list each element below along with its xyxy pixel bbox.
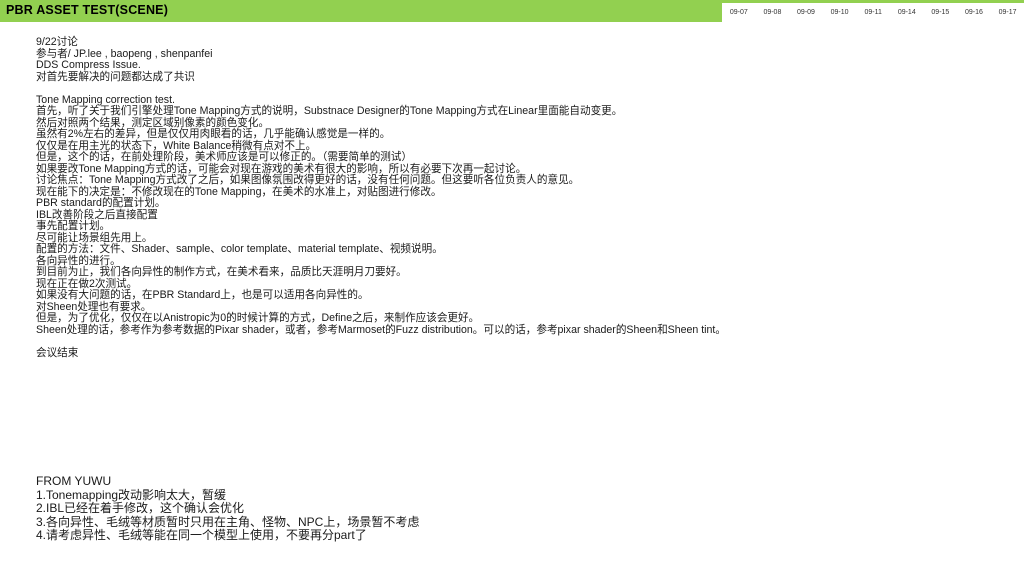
header-bar: PBR ASSET TEST(SCENE) 09-07 09-08 09-09 … — [0, 0, 1024, 22]
note-line: 到目前为止，我们各向异性的制作方式，在美术看来，品质比天涯明月刀要好。 — [36, 266, 407, 278]
feedback-heading: FROM YUWU — [36, 474, 112, 488]
note-line: 虽然有2%左右的差异，但是仅仅用肉眼看的话，几乎能确认感觉是一样的。 — [36, 128, 391, 140]
feedback-item: 3.各向异性、毛绒等材质暂时只用在主角、怪物、NPC上，场景暂不考虑 — [36, 514, 420, 529]
timeline-date[interactable]: 09-10 — [823, 3, 857, 22]
page-title: PBR ASSET TEST(SCENE) — [6, 3, 169, 17]
note-line: 现在能下的决定是：不修改现在的Tone Mapping，在美术的水准上，对贴图进… — [36, 185, 442, 198]
note-line — [36, 336, 1006, 348]
note-line: 会议结束 — [36, 346, 79, 359]
note-line: 9/22讨论 — [36, 36, 78, 48]
meeting-notes: 9/22讨论 参与者/ JP.lee , baopeng , shenpanfe… — [36, 36, 1006, 359]
timeline-date[interactable]: 09-14 — [890, 3, 924, 22]
note-line: 配置的方法：文件、Shader、sample、color template、ma… — [36, 243, 443, 255]
timeline-date-strip: 09-07 09-08 09-09 09-10 09-11 09-14 09-1… — [722, 3, 1024, 22]
note-line: 如果没有大问题的话，在PBR Standard上，也是可以适用各向异性的。 — [36, 289, 369, 301]
timeline-date[interactable]: 09-16 — [957, 3, 991, 22]
note-line: 但是，这个的话，在前处理阶段，美术师应该是可以修正的。（需要简单的测试） — [36, 151, 413, 163]
timeline-date[interactable]: 09-11 — [856, 3, 890, 22]
note-line: 但是，为了优化，仅仅在以Anistropic为0的时候计算的方式，Define之… — [36, 312, 480, 324]
timeline-date[interactable]: 09-15 — [924, 3, 958, 22]
note-line: 首先，听了关于我们引擎处理Tone Mapping方式的说明，Substnace… — [36, 105, 623, 117]
timeline-date[interactable]: 09-08 — [756, 3, 790, 22]
feedback-item: 4.请考虑异性、毛绒等能在同一个模型上使用，不要再分part了 — [36, 528, 367, 542]
feedback-item: 2.IBL已经在着手修改，这个确认会优化 — [36, 501, 245, 515]
note-line — [36, 83, 1006, 95]
note-line: 参与者/ JP.lee , baopeng , shenpanfei — [36, 47, 213, 60]
timeline-date[interactable]: 09-09 — [789, 3, 823, 22]
note-line: 事先配置计划。 — [36, 220, 111, 232]
note-line: IBL改善阶段之后直接配置 — [36, 208, 158, 221]
note-line: 讨论焦点：Tone Mapping方式改了之后，如果图像氛围改得更好的话，没有任… — [36, 174, 580, 186]
timeline-date[interactable]: 09-17 — [991, 3, 1024, 22]
feedback-item: 1.Tonemapping改动影响太大，暂缓 — [36, 487, 227, 502]
note-line: DDS Compress Issue. — [36, 59, 141, 71]
yuwu-feedback: FROM YUWU 1.Tonemapping改动影响太大，暂缓 2.IBL已经… — [36, 474, 936, 543]
timeline-date[interactable]: 09-07 — [722, 3, 756, 22]
note-line: PBR standard的配置计划。 — [36, 197, 166, 209]
note-line: Sheen处理的话，参考作为参考数据的Pixar shader，或者，参考Mar… — [36, 323, 726, 336]
note-line: 对首先要解决的问题都达成了共识 — [36, 70, 195, 83]
